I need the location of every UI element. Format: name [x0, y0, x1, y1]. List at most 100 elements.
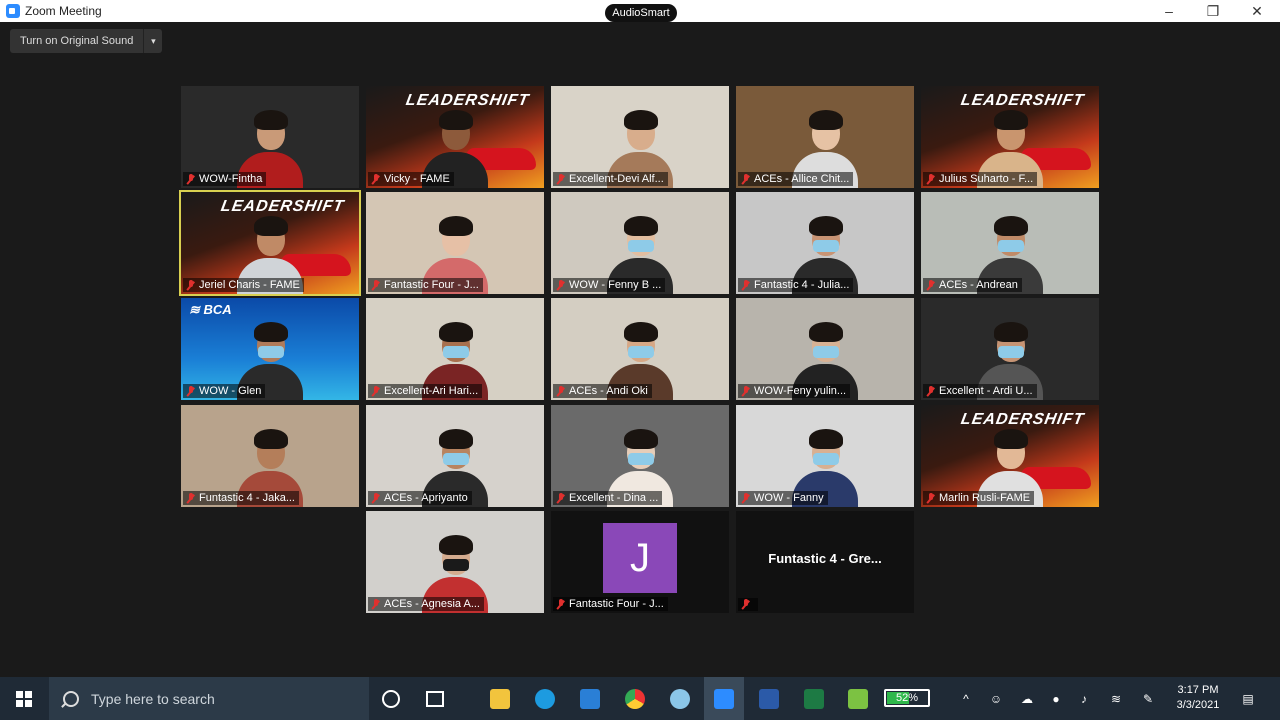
participant-tile[interactable]: J Fantastic Four - J...: [551, 511, 729, 613]
muted-mic-icon: [926, 385, 935, 397]
participant-name: WOW - Glen: [199, 385, 262, 397]
participant-name-tag: Excellent - Dina ...: [553, 491, 663, 505]
taskbar-clock[interactable]: 3:17 PM 3/3/2021: [1168, 683, 1228, 713]
participant-tile[interactable]: WOW-Feny yulin...: [736, 298, 914, 400]
participant-name-tag: Julius Suharto - F...: [923, 172, 1038, 186]
chrome-icon[interactable]: [615, 677, 655, 720]
clock-date: 3/3/2021: [1176, 699, 1220, 711]
participant-name: Excellent - Dina ...: [569, 492, 659, 504]
participant-name: WOW-Feny yulin...: [754, 385, 847, 397]
participant-name: ACEs - Andrean: [939, 279, 1018, 291]
participant-tile[interactable]: ACEs - Allice Chit...: [736, 86, 914, 188]
notifications-icon[interactable]: ▤: [1236, 677, 1260, 720]
microphone-icon[interactable]: ●: [1046, 677, 1066, 720]
cortana-icon[interactable]: [371, 677, 411, 720]
zoom-icon: [6, 4, 20, 18]
participant-name: Fantastic Four - J...: [569, 598, 664, 610]
participant-tile[interactable]: ≋ BCA WOW - Glen: [181, 298, 359, 400]
participant-name: Fantastic Four - J...: [384, 279, 479, 291]
participant-tile[interactable]: WOW - Fanny: [736, 405, 914, 507]
muted-mic-icon: [741, 385, 750, 397]
participant-name-tag: WOW - Fanny: [738, 491, 828, 505]
participant-tile[interactable]: Funtastic 4 - Jaka...: [181, 405, 359, 507]
wifi-icon[interactable]: ≋: [1106, 677, 1126, 720]
restore-button[interactable]: ❐: [1191, 0, 1235, 22]
muted-mic-icon: [741, 492, 750, 504]
participant-name-tag: Jeriel Charis - FAME: [183, 278, 304, 292]
muted-mic-icon: [371, 279, 380, 291]
muted-mic-icon: [926, 173, 935, 185]
participant-name-tag: Excellent-Devi Alf...: [553, 172, 668, 186]
task-view-icon[interactable]: [415, 677, 455, 720]
android-icon[interactable]: [838, 677, 878, 720]
participant-tile[interactable]: LEADERSHIFT Julius Suharto - F...: [921, 86, 1099, 188]
participant-name: Excellent-Devi Alf...: [569, 173, 664, 185]
participant-tile[interactable]: LEADERSHIFT Marlin Rusli-FAME: [921, 405, 1099, 507]
cloud-icon[interactable]: ☁: [1016, 677, 1038, 720]
muted-mic-icon: [371, 385, 380, 397]
participant-name-tag: WOW - Glen: [183, 384, 266, 398]
participant-tile[interactable]: Excellent-Ari Hari...: [366, 298, 544, 400]
participant-display-name: Funtastic 4 - Gre...: [768, 551, 882, 566]
battery-indicator[interactable]: 52%: [884, 689, 930, 707]
participant-name: Marlin Rusli-FAME: [939, 492, 1031, 504]
participant-tile[interactable]: ACEs - Agnesia A...: [366, 511, 544, 613]
battery-percent: 52%: [895, 692, 919, 704]
muted-mic-icon: [371, 173, 380, 185]
window-title: Zoom Meeting: [25, 4, 102, 18]
participant-name: WOW-Fintha: [199, 173, 263, 185]
participant-tile[interactable]: LEADERSHIFT Vicky - FAME: [366, 86, 544, 188]
chevron-up-icon[interactable]: ^: [956, 677, 976, 720]
participant-name-tag: ACEs - Andrean: [923, 278, 1022, 292]
muted-mic-icon: [556, 173, 565, 185]
muted-mic-icon: [926, 279, 935, 291]
audiosmart-badge[interactable]: AudioSmart: [605, 4, 677, 22]
participant-name: WOW - Fanny: [754, 492, 824, 504]
word-icon[interactable]: [749, 677, 789, 720]
muted-mic-icon: [186, 492, 195, 504]
participant-tile[interactable]: LEADERSHIFT Jeriel Charis - FAME: [179, 190, 361, 296]
mail-icon[interactable]: [570, 677, 610, 720]
search-placeholder: Type here to search: [91, 690, 215, 707]
participant-name-tag: Fantastic 4 - Julia...: [738, 278, 854, 292]
paint-icon[interactable]: [660, 677, 700, 720]
original-sound-button[interactable]: Turn on Original Sound: [10, 35, 143, 47]
participant-name-tag: WOW-Fintha: [183, 172, 267, 186]
participant-tile[interactable]: ACEs - Andi Oki: [551, 298, 729, 400]
chevron-down-icon[interactable]: ▾: [143, 29, 162, 53]
search-icon: [63, 690, 79, 707]
zoom-taskbar-icon[interactable]: [704, 677, 744, 720]
minimize-button[interactable]: –: [1147, 0, 1191, 22]
close-button[interactable]: ✕: [1235, 0, 1279, 22]
participant-name-tag: WOW - Fenny B ...: [553, 278, 666, 292]
edge-icon[interactable]: [525, 677, 565, 720]
start-button[interactable]: [0, 677, 48, 720]
participant-tile[interactable]: Fantastic 4 - Julia...: [736, 192, 914, 294]
participant-tile[interactable]: WOW-Fintha: [181, 86, 359, 188]
participant-tile[interactable]: Funtastic 4 - Gre...: [736, 511, 914, 613]
muted-mic-icon: [556, 279, 565, 291]
participant-tile[interactable]: Excellent - Dina ...: [551, 405, 729, 507]
participant-tile[interactable]: WOW - Fenny B ...: [551, 192, 729, 294]
muted-mic-icon: [926, 492, 935, 504]
volume-icon[interactable]: ♪: [1074, 677, 1094, 720]
participant-name-tag: Excellent-Ari Hari...: [368, 384, 483, 398]
participant-name-tag: ACEs - Allice Chit...: [738, 172, 854, 186]
participant-tile[interactable]: Excellent - Ardi U...: [921, 298, 1099, 400]
taskbar-search[interactable]: Type here to search: [49, 677, 369, 720]
pen-icon[interactable]: ✎: [1138, 677, 1158, 720]
muted-mic-icon: [186, 385, 195, 397]
participant-tile[interactable]: ACEs - Andrean: [921, 192, 1099, 294]
participant-tile[interactable]: Excellent-Devi Alf...: [551, 86, 729, 188]
participant-tile[interactable]: Fantastic Four - J...: [366, 192, 544, 294]
excel-icon[interactable]: [794, 677, 834, 720]
people-icon[interactable]: ☺: [986, 677, 1006, 720]
participant-name-tag: [738, 598, 758, 611]
participant-name-tag: Marlin Rusli-FAME: [923, 491, 1035, 505]
file-explorer-icon[interactable]: [480, 677, 520, 720]
participant-name: Fantastic 4 - Julia...: [754, 279, 850, 291]
participant-tile[interactable]: ACEs - Apriyanto: [366, 405, 544, 507]
participant-name-tag: Fantastic Four - J...: [553, 597, 668, 611]
participant-name: Julius Suharto - F...: [939, 173, 1034, 185]
muted-mic-icon: [371, 492, 380, 504]
